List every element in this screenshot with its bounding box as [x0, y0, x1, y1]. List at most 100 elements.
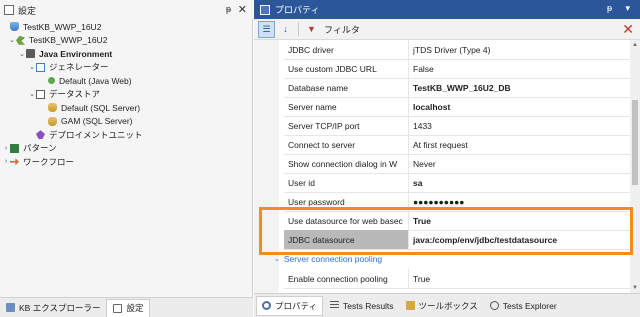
pin-icon[interactable]: ᵽ	[607, 3, 612, 13]
property-name[interactable]: JDBC datasource	[284, 230, 409, 249]
property-value[interactable]: sa	[409, 173, 630, 192]
property-value[interactable]: Never	[409, 154, 630, 173]
tree-item[interactable]: › ワークフロー	[0, 155, 252, 169]
categorized-icon: ☰	[262, 23, 271, 34]
tree-item[interactable]: Default (Java Web)	[0, 74, 252, 88]
property-value[interactable]: jTDS Driver (Type 4)	[409, 40, 630, 59]
property-name[interactable]: Server TCP/IP port	[284, 116, 409, 135]
property-row[interactable]: Server TCP/IP port 1433	[284, 116, 630, 136]
sort-alphabetical-button[interactable]: ↓	[277, 21, 294, 38]
tab-settings[interactable]: 設定	[106, 298, 151, 317]
tree-item-label: Default (SQL Server)	[61, 102, 141, 113]
chevron-down-icon[interactable]: ⌄	[18, 50, 26, 58]
property-row[interactable]: Use datasource for web basec True	[284, 211, 630, 231]
property-name[interactable]: User password	[284, 192, 409, 211]
tab-ツールボックス[interactable]: ツールボックス	[401, 296, 483, 316]
property-name[interactable]: Use custom JDBC URL	[284, 59, 409, 78]
cyl-icon	[48, 116, 57, 126]
right-tab-bar: プロパティ Tests Results ツールボックス Tests Explorer	[254, 293, 640, 317]
funnel-icon: ▼	[307, 24, 316, 34]
tree-item-label: Java Environment	[39, 48, 113, 59]
tree-item[interactable]: TestKB_WWP_16U2	[0, 20, 252, 34]
property-value[interactable]: At first request	[409, 135, 630, 154]
chevron-down-icon[interactable]: ▾	[625, 3, 630, 14]
property-row[interactable]: Server name localhost	[284, 97, 630, 117]
property-value[interactable]: False	[409, 59, 630, 78]
tree-item[interactable]: Default (SQL Server)	[0, 101, 252, 115]
tree-item-label: GAM (SQL Server)	[61, 116, 133, 127]
pattern-icon	[10, 143, 19, 153]
chevron-down-icon[interactable]: ⌄	[28, 63, 36, 71]
property-name[interactable]: Show connection dialog in W	[284, 154, 409, 173]
sort-az-icon: ↓	[283, 24, 288, 34]
gen-icon	[36, 62, 45, 72]
settings-tree: TestKB_WWP_16U2 ⌄ TestKB_WWP_16U2 ⌄ Java Env…	[0, 20, 252, 169]
property-row[interactable]: JDBC datasource java:/comp/env/jdbc/testd…	[284, 230, 630, 250]
chevron-right-icon[interactable]: ›	[2, 158, 10, 165]
tree-item[interactable]: デプロイメントユニット	[0, 128, 252, 142]
pin-icon[interactable]: ᵽ	[226, 4, 231, 14]
property-value[interactable]: 1433	[409, 116, 630, 135]
property-name[interactable]: Server name	[284, 97, 409, 116]
chevron-down-icon[interactable]: ⌄	[28, 90, 36, 98]
property-row[interactable]: Database name TestKB_WWP_16U2_DB	[284, 78, 630, 98]
property-value[interactable]: True	[409, 211, 630, 230]
settings-tab-icon	[113, 303, 123, 313]
category-server-connection-pooling[interactable]: ⌄ Server connection pooling	[274, 250, 630, 268]
tree-item[interactable]: GAM (SQL Server)	[0, 115, 252, 129]
properties-title-bar: プロパティ ᵽ ▾	[254, 0, 640, 19]
db-icon	[10, 22, 19, 32]
properties-pane: プロパティ ᵽ ▾ ☰ ↓ ▼ フィルタ ✕ JDBC driver jTDS D…	[254, 0, 640, 317]
tab-label: プロパティ	[275, 300, 317, 311]
property-row[interactable]: Enable connection pooling True	[284, 269, 630, 289]
store-icon	[36, 89, 45, 99]
tree-item[interactable]: ⌄ ジェネレーター	[0, 61, 252, 75]
chevron-right-icon[interactable]: ›	[2, 145, 10, 152]
scrollbar-thumb[interactable]	[632, 100, 638, 185]
property-value[interactable]: TestKB_WWP_16U2_DB	[409, 78, 630, 97]
tree-item-label: パターン	[23, 143, 57, 154]
property-name[interactable]: Connect to server	[284, 135, 409, 154]
tab-tests-explorer[interactable]: Tests Explorer	[485, 296, 562, 316]
tab-kb-explorer[interactable]: KB エクスプローラー	[0, 299, 106, 317]
tab-tests-results[interactable]: Tests Results	[325, 296, 399, 316]
close-icon[interactable]: ✕	[238, 3, 247, 16]
property-row[interactable]: User password ●●●●●●●●●●	[284, 192, 630, 212]
chevron-down-icon[interactable]: ⌄	[8, 36, 16, 44]
property-row[interactable]: JDBC driver jTDS Driver (Type 4)	[284, 40, 630, 60]
flow-icon	[10, 158, 19, 166]
categorized-view-button[interactable]: ☰	[258, 20, 275, 38]
tree-item[interactable]: ⌄ Java Environment	[0, 47, 252, 61]
filter-button[interactable]: ▼	[303, 21, 320, 38]
search-icon	[489, 301, 499, 310]
close-icon[interactable]: ✕	[622, 22, 634, 36]
property-name[interactable]: User id	[284, 173, 409, 192]
property-value[interactable]: localhost	[409, 97, 630, 116]
scroll-up-icon[interactable]: ▲	[630, 40, 640, 50]
tab-label: Tests Results	[343, 300, 394, 311]
tab-プロパティ[interactable]: プロパティ	[256, 295, 323, 316]
tree-item[interactable]: › パターン	[0, 142, 252, 156]
property-row[interactable]: Use custom JDBC URL False	[284, 59, 630, 79]
property-value[interactable]: ●●●●●●●●●●	[409, 192, 630, 211]
tab-label: ツールボックス	[418, 300, 478, 311]
deploy-icon	[36, 130, 45, 140]
property-name[interactable]: Use datasource for web basec	[284, 211, 409, 230]
property-value[interactable]: java:/comp/env/jdbc/testdatasource	[409, 230, 630, 249]
vertical-scrollbar[interactable]: ▲ ▼	[630, 40, 640, 293]
property-row[interactable]: User id sa	[284, 173, 630, 193]
tree-item[interactable]: ⌄ TestKB_WWP_16U2	[0, 34, 252, 48]
properties-title: プロパティ	[275, 5, 320, 15]
property-name[interactable]: Database name	[284, 78, 409, 97]
scroll-down-icon[interactable]: ▼	[630, 283, 640, 293]
chevron-down-icon[interactable]: ⌄	[274, 255, 280, 263]
property-value[interactable]: True	[409, 269, 630, 288]
filter-label[interactable]: フィルタ	[324, 23, 360, 36]
tree-item-label: Default (Java Web)	[59, 75, 132, 86]
property-name[interactable]: JDBC driver	[284, 40, 409, 59]
property-row[interactable]: Connect to server At first request	[284, 135, 630, 155]
cyl-icon	[48, 103, 57, 113]
tree-item[interactable]: ⌄ データストア	[0, 88, 252, 102]
property-name[interactable]: Enable connection pooling	[284, 269, 409, 288]
property-row[interactable]: Show connection dialog in W Never	[284, 154, 630, 174]
